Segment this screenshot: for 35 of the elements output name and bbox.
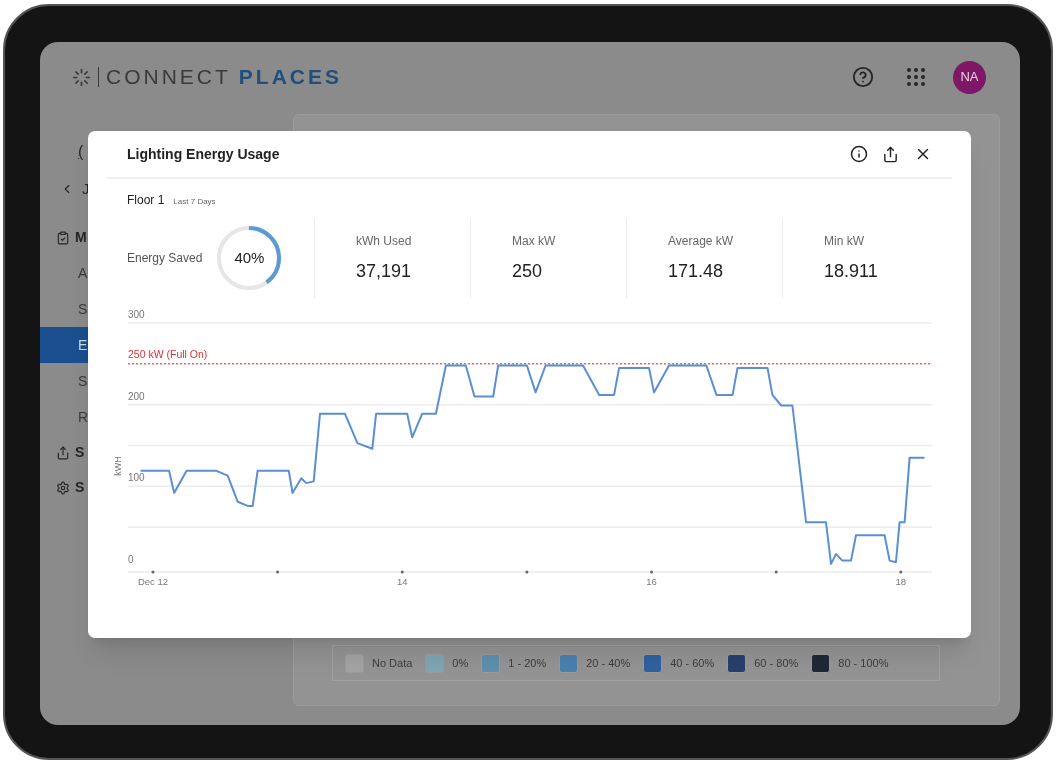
stat-value: 37,191 [356,260,413,283]
brand-name-accent: PLACES [238,64,343,91]
legend-label: No Data [372,655,413,671]
y-axis-label: 300 [128,309,145,320]
legend-label: 1 - 20% [508,655,547,671]
x-axis-label: 18 [895,576,907,587]
sidebar-section-label: S [75,443,85,462]
energy-saved-label: Energy Saved [127,250,203,267]
brand-name: CONNECT [106,64,231,91]
legend-label: 60 - 80% [754,655,799,671]
legend-label: 80 - 100% [838,655,889,671]
stat-label: Max kW [512,233,557,250]
x-axis-label: Dec 12 [137,576,168,587]
stat-label: Average kW [668,233,735,250]
y-axis-label: 0 [128,554,134,565]
stat-value: 18.911 [824,260,879,283]
stat-label: Min kW [824,233,865,250]
sidebar-section-label: M [75,228,87,247]
x-axis-label: 16 [646,576,657,587]
period-label: Last 7 Days [173,196,216,208]
legend-label: 20 - 40% [586,655,631,671]
location-label: Floor 1 [127,192,165,209]
energy-saved-value: 40% [233,247,266,268]
sidebar-section-label: S [75,478,85,497]
stat-value: 171.48 [668,260,725,283]
stat-label: kWh Used [356,233,413,250]
x-axis-label: 14 [396,576,408,587]
legend-label: 40 - 60% [670,655,715,671]
stat-value: 250 [512,260,544,283]
y-axis-label: 100 [128,472,145,484]
y-axis-title: kWH [113,456,123,476]
threshold-label: 250 kW (Full On) [128,347,208,360]
y-axis-label: 200 [128,390,145,402]
legend-label: 0% [452,655,469,671]
modal-title: Lighting Energy Usage [127,144,280,164]
